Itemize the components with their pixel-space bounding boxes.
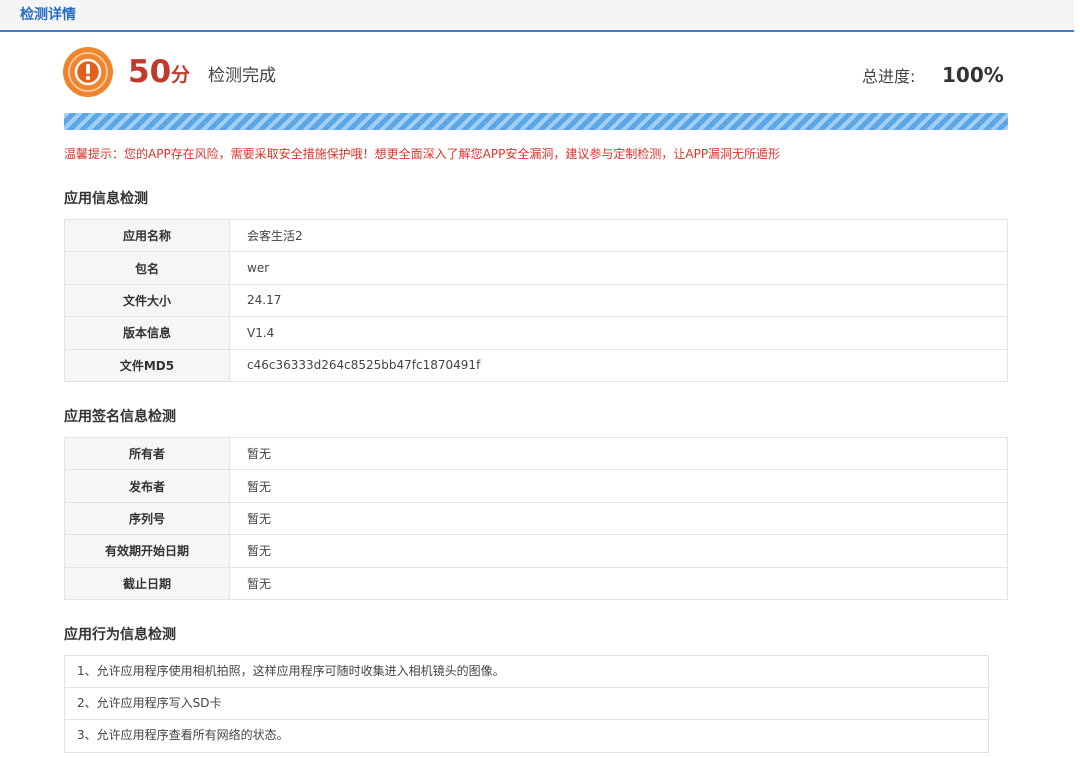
- table-row: 包名 wer: [64, 251, 1008, 285]
- result-header: 50 分 检测完成 总进度: 100%: [62, 46, 1008, 100]
- signature-info-table: 所有者 暂无 发布者 暂无 序列号 暂无 有效期开始日期 暂无 截止日期 暂无: [64, 436, 1008, 600]
- tab-bar: 检测详情: [0, 0, 1074, 32]
- table-row: 版本信息 V1.4: [64, 316, 1008, 350]
- progress-label: 总进度:: [862, 67, 916, 86]
- table-row: 所有者 暂无: [64, 436, 1008, 471]
- table-row: 文件大小 24.17: [64, 283, 1008, 318]
- list-item: 3、允许应用程序查看所有网络的状态。: [64, 720, 989, 753]
- section-title-behavior-info: 应用行为信息检测: [64, 627, 176, 643]
- progress-bar-fill: [64, 113, 1008, 130]
- row-value: 暂无: [229, 469, 1008, 503]
- row-key: 应用名称: [64, 218, 230, 253]
- behavior-list: 1、允许应用程序使用相机拍照，这样应用程序可随时收集进入相机镜头的图像。 2、允许…: [64, 655, 989, 753]
- score-unit: 分: [171, 64, 191, 86]
- row-value: 暂无: [229, 566, 1008, 600]
- row-key: 序列号: [64, 501, 230, 536]
- list-item: 1、允许应用程序使用相机拍照，这样应用程序可随时收集进入相机镜头的图像。: [64, 655, 989, 688]
- score-value: 50: [128, 54, 172, 90]
- row-key: 包名: [64, 251, 230, 285]
- table-row: 文件MD5 c46c36333d264c8525bb47fc1870491f: [64, 348, 1008, 382]
- table-row: 截止日期 暂无: [64, 566, 1008, 600]
- row-key: 所有者: [64, 436, 230, 471]
- row-value: 暂无: [229, 501, 1008, 536]
- row-value: 24.17: [229, 283, 1008, 318]
- list-item: 2、允许应用程序写入SD卡: [64, 687, 989, 720]
- row-key: 截止日期: [64, 566, 230, 600]
- row-key: 版本信息: [64, 316, 230, 350]
- status-text: 检测完成: [208, 66, 276, 86]
- row-key: 文件大小: [64, 283, 230, 318]
- row-value: 会客生活2: [229, 218, 1008, 253]
- row-value: c46c36333d264c8525bb47fc1870491f: [229, 348, 1008, 382]
- app-info-table: 应用名称 会客生活2 包名 wer 文件大小 24.17 版本信息 V1.4 文件MD5 c46c…: [64, 218, 1008, 382]
- row-value: V1.4: [229, 316, 1008, 350]
- progress-bar: [64, 113, 1008, 130]
- row-value: 暂无: [229, 436, 1008, 471]
- warning-tip: 温馨提示：您的APP存在风险，需要采取安全措施保护哦！想更全面深入了解您APP安…: [64, 147, 781, 161]
- row-key: 发布者: [64, 469, 230, 503]
- row-value: wer: [229, 251, 1008, 285]
- table-row: 有效期开始日期 暂无: [64, 534, 1008, 568]
- table-row: 应用名称 会客生活2: [64, 218, 1008, 253]
- row-value: 暂无: [229, 534, 1008, 568]
- row-key: 有效期开始日期: [64, 534, 230, 568]
- progress-value: 100%: [942, 63, 1004, 87]
- table-row: 序列号 暂无: [64, 501, 1008, 536]
- tab-detail[interactable]: 检测详情: [20, 4, 76, 24]
- row-key: 文件MD5: [64, 348, 230, 382]
- section-title-app-info: 应用信息检测: [64, 191, 148, 207]
- section-title-signature-info: 应用签名信息检测: [64, 409, 176, 425]
- table-row: 发布者 暂无: [64, 469, 1008, 503]
- warning-target-icon: [63, 47, 113, 97]
